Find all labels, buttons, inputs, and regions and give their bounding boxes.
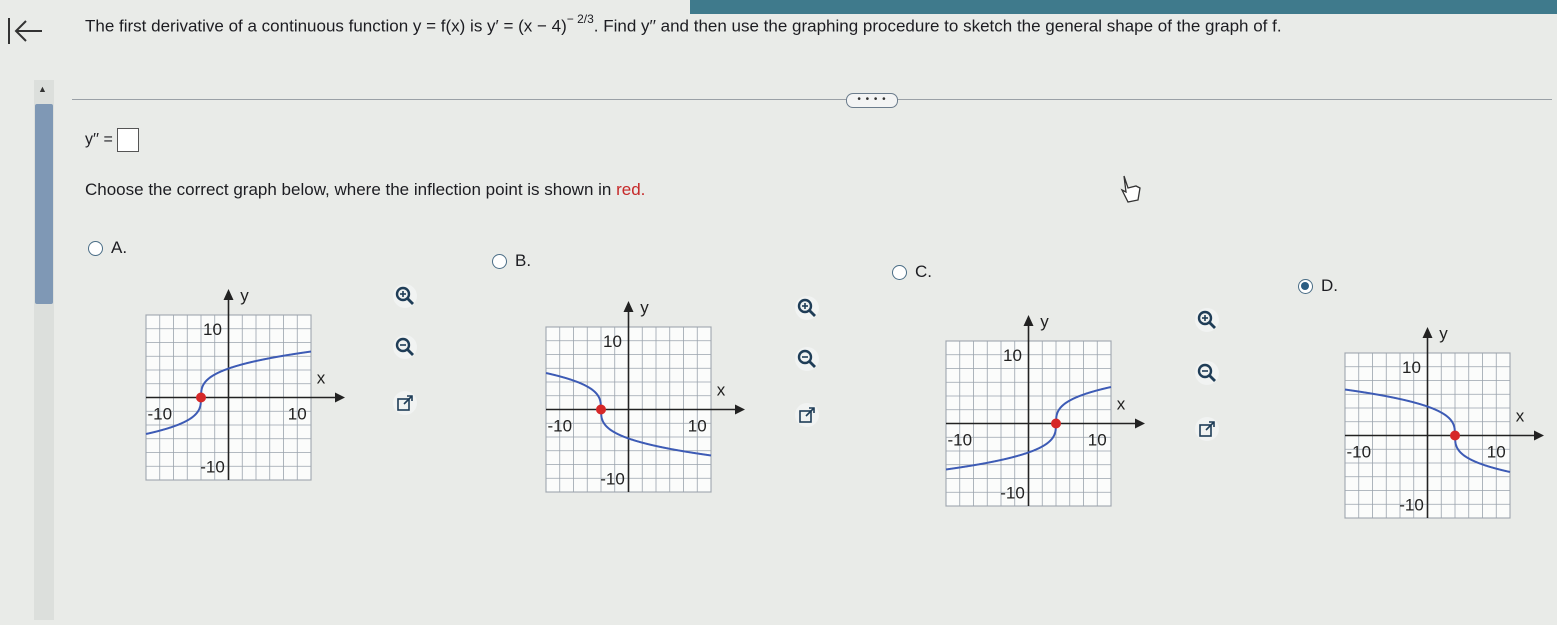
graph-c: y x -10 10 10 -10 [945,312,1145,507]
x-axis-label: x [317,369,326,388]
y-axis-label: y [640,298,649,317]
back-arrow-icon[interactable] [6,14,44,48]
y-min-label: -10 [600,469,625,488]
instruction-text: Choose the correct graph below, where th… [85,180,646,199]
x-axis-label: x [1516,407,1525,426]
radio-c[interactable] [892,264,907,280]
option-b[interactable]: B. [492,251,531,271]
inflection-point [596,404,606,415]
inflection-point [1450,430,1460,441]
open-new-window-icon[interactable] [392,390,418,416]
inflection-point [1051,418,1061,429]
expand-button[interactable]: • • • • [846,93,898,108]
x-axis-label: x [1117,395,1126,414]
open-new-window-icon[interactable] [794,402,820,428]
divider [72,99,1552,100]
y-max-label: 10 [603,332,622,351]
x-min-label: -10 [147,405,172,424]
option-a[interactable]: A. [88,238,127,258]
x-min-label: -10 [547,417,572,436]
zoom-out-icon[interactable] [794,346,820,372]
option-c[interactable]: C. [892,262,932,282]
top-bar [690,0,1557,14]
y-axis-label: y [240,286,249,305]
y-min-label: -10 [200,457,225,476]
scrollbar-thumb[interactable] [35,104,53,304]
zoom-in-icon[interactable] [392,283,418,309]
radio-a[interactable] [88,240,103,256]
radio-d[interactable] [1298,278,1313,294]
answer-input[interactable] [116,128,139,152]
x-min-label: -10 [947,431,972,450]
y-max-label: 10 [1402,358,1421,377]
x-max-label: 10 [688,417,707,436]
y-axis-label: y [1439,324,1448,343]
y-min-label: -10 [1399,495,1424,514]
mouse-pointer-icon [1120,175,1141,203]
question-text: The first derivative of a continuous fun… [85,12,1282,36]
graph-a: y x -10 10 10 -10 [145,286,345,481]
x-min-label: -10 [1346,443,1371,462]
answer-label: y′′ = [85,131,113,148]
scroll-up-icon[interactable]: ▲ [38,84,47,94]
y-axis-label: y [1040,312,1049,331]
zoom-in-icon[interactable] [794,295,820,321]
option-d[interactable]: D. [1298,276,1338,296]
graph-d: y x -10 10 10 -10 [1344,324,1544,519]
y-min-label: -10 [1000,483,1025,502]
y-max-label: 10 [1003,346,1022,365]
radio-b[interactable] [492,253,507,269]
zoom-in-icon[interactable] [1194,307,1220,333]
x-max-label: 10 [1088,431,1107,450]
y-max-label: 10 [203,320,222,339]
answer-row: y′′ = [85,128,139,152]
inflection-point [196,392,206,403]
x-max-label: 10 [288,405,307,424]
x-axis-label: x [717,381,726,400]
zoom-out-icon[interactable] [1194,360,1220,386]
x-max-label: 10 [1487,443,1506,462]
graph-b: y x -10 10 10 -10 [545,298,745,493]
open-new-window-icon[interactable] [1194,416,1220,442]
zoom-out-icon[interactable] [392,334,418,360]
